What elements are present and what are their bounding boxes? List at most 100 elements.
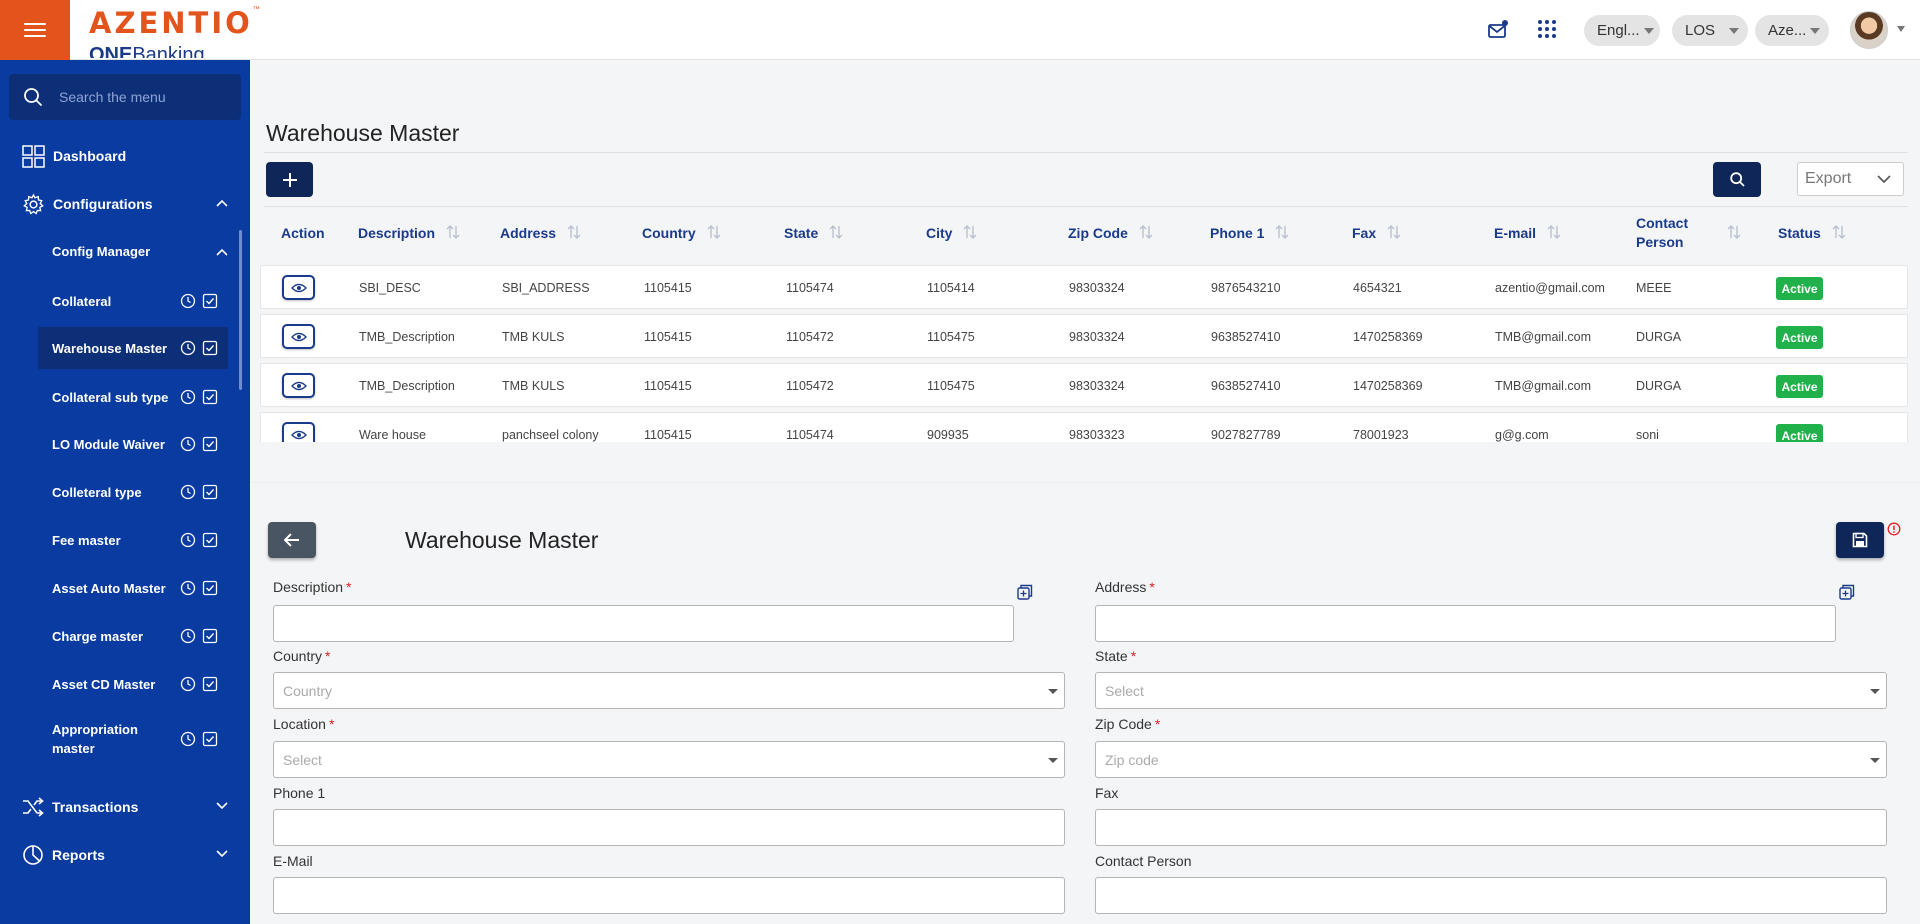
checkbox-icon[interactable] [202, 389, 218, 408]
sidebar-item-asset-auto-master[interactable]: Asset Auto Master [38, 567, 228, 609]
copy-icon[interactable] [1839, 584, 1855, 600]
sort-icon[interactable] [1546, 224, 1562, 243]
copy-icon[interactable] [1017, 584, 1033, 600]
module-select[interactable]: LOS [1672, 15, 1748, 46]
nav-configurations[interactable]: Configurations [22, 192, 228, 216]
clock-icon[interactable] [180, 389, 196, 408]
view-button[interactable] [282, 373, 315, 398]
sort-icon[interactable] [828, 224, 844, 243]
column-header-description[interactable]: Description [358, 207, 461, 259]
sort-icon[interactable] [1726, 224, 1742, 243]
chevron-down-icon [216, 850, 228, 858]
plus-icon [282, 172, 297, 187]
cell-country: 1105415 [644, 330, 692, 344]
view-button[interactable] [282, 324, 315, 349]
clock-icon[interactable] [180, 293, 196, 312]
sort-icon[interactable] [962, 224, 978, 243]
sidebar-item-colleteral-type[interactable]: Colleteral type [38, 471, 228, 513]
save-button[interactable] [1836, 522, 1884, 558]
tenant-select[interactable]: Aze... [1755, 15, 1829, 46]
column-header-city[interactable]: City [926, 207, 978, 259]
sort-icon[interactable] [1831, 224, 1847, 243]
column-header-status[interactable]: Status [1778, 207, 1847, 259]
search-button[interactable] [1713, 162, 1761, 197]
column-header-address[interactable]: Address [500, 207, 582, 259]
brand-name: AZENTIO [89, 6, 253, 40]
sort-icon[interactable] [1138, 224, 1154, 243]
menu-search-input[interactable] [59, 89, 229, 105]
checkbox-icon[interactable] [202, 676, 218, 695]
hamburger-menu-button[interactable] [0, 0, 70, 60]
column-header-zip-code[interactable]: Zip Code [1068, 207, 1154, 259]
sidebar-item-fee-master[interactable]: Fee master [38, 519, 228, 561]
sidebar-item-collateral-sub-type[interactable]: Collateral sub type [38, 376, 228, 418]
sort-icon[interactable] [1274, 224, 1290, 243]
nav-transactions[interactable]: Transactions [22, 795, 228, 819]
email-field[interactable] [273, 877, 1065, 914]
zip-code-select[interactable]: Zip code [1095, 741, 1887, 778]
column-header-contact-person[interactable]: Contact Person [1636, 207, 1742, 259]
checkbox-icon[interactable] [202, 484, 218, 503]
address-field[interactable] [1095, 605, 1836, 642]
checkbox-icon[interactable] [202, 628, 218, 647]
add-button[interactable] [266, 162, 313, 197]
sidebar-item-asset-cd-master[interactable]: Asset CD Master [38, 663, 228, 705]
sort-icon[interactable] [706, 224, 722, 243]
clock-icon[interactable] [180, 436, 196, 455]
status-badge: Active [1776, 424, 1823, 442]
column-header-state[interactable]: State [784, 207, 844, 259]
location-select[interactable]: Select [273, 741, 1065, 778]
sidebar-scrollbar[interactable] [239, 230, 242, 390]
nav-config-manager-label: Config Manager [52, 244, 151, 259]
column-header-country[interactable]: Country [642, 207, 722, 259]
column-header-label: Status [1778, 225, 1821, 241]
checkbox-icon[interactable] [202, 340, 218, 359]
chevron-down-icon [1870, 758, 1880, 763]
checkbox-icon[interactable] [202, 436, 218, 455]
sidebar-item-charge-master[interactable]: Charge master [38, 615, 228, 657]
required-mark: * [325, 648, 331, 664]
clock-icon[interactable] [180, 731, 196, 750]
description-field[interactable] [273, 605, 1014, 642]
clock-icon[interactable] [180, 532, 196, 551]
checkbox-icon[interactable] [202, 293, 218, 312]
apps-grid-icon[interactable] [1537, 19, 1557, 39]
clock-icon[interactable] [180, 676, 196, 695]
state-select[interactable]: Select [1095, 672, 1887, 709]
column-header-fax[interactable]: Fax [1352, 207, 1402, 259]
fax-field[interactable] [1095, 809, 1887, 846]
sort-icon[interactable] [1386, 224, 1402, 243]
view-button[interactable] [282, 275, 315, 300]
column-header-e-mail[interactable]: E-mail [1494, 207, 1562, 259]
nav-reports[interactable]: Reports [22, 843, 228, 867]
back-button[interactable] [268, 522, 316, 558]
clock-icon[interactable] [180, 580, 196, 599]
cell-email: TMB@gmail.com [1495, 330, 1592, 344]
phone1-field[interactable] [273, 809, 1065, 846]
clock-icon[interactable] [180, 484, 196, 503]
sidebar-item-lo-module-waiver[interactable]: LO Module Waiver [38, 423, 228, 465]
avatar[interactable] [1850, 11, 1888, 49]
sidebar-item-appropriation-master[interactable]: Appropriation master [38, 711, 228, 767]
email-label: E-Mail [273, 853, 313, 869]
sort-icon[interactable] [566, 224, 582, 243]
clock-icon[interactable] [180, 340, 196, 359]
checkbox-icon[interactable] [202, 580, 218, 599]
view-button[interactable] [282, 422, 315, 442]
contact-person-field[interactable] [1095, 877, 1887, 914]
sort-icon[interactable] [445, 224, 461, 243]
cell-state: 1105472 [786, 330, 834, 344]
nav-config-manager[interactable]: Config Manager [52, 244, 228, 259]
checkbox-icon[interactable] [202, 731, 218, 750]
sidebar-item-collateral[interactable]: Collateral [38, 280, 228, 322]
export-dropdown[interactable]: Export [1797, 162, 1904, 196]
sidebar-item-warehouse-master[interactable]: Warehouse Master [38, 327, 228, 369]
country-select[interactable]: Country [273, 672, 1065, 709]
column-header-phone-1[interactable]: Phone 1 [1210, 207, 1290, 259]
language-select[interactable]: Engl... [1584, 15, 1660, 46]
checkbox-icon[interactable] [202, 532, 218, 551]
mail-icon[interactable] [1487, 19, 1509, 41]
nav-dashboard[interactable]: Dashboard [22, 144, 228, 168]
user-menu-chevron-icon[interactable] [1897, 26, 1905, 32]
clock-icon[interactable] [180, 628, 196, 647]
